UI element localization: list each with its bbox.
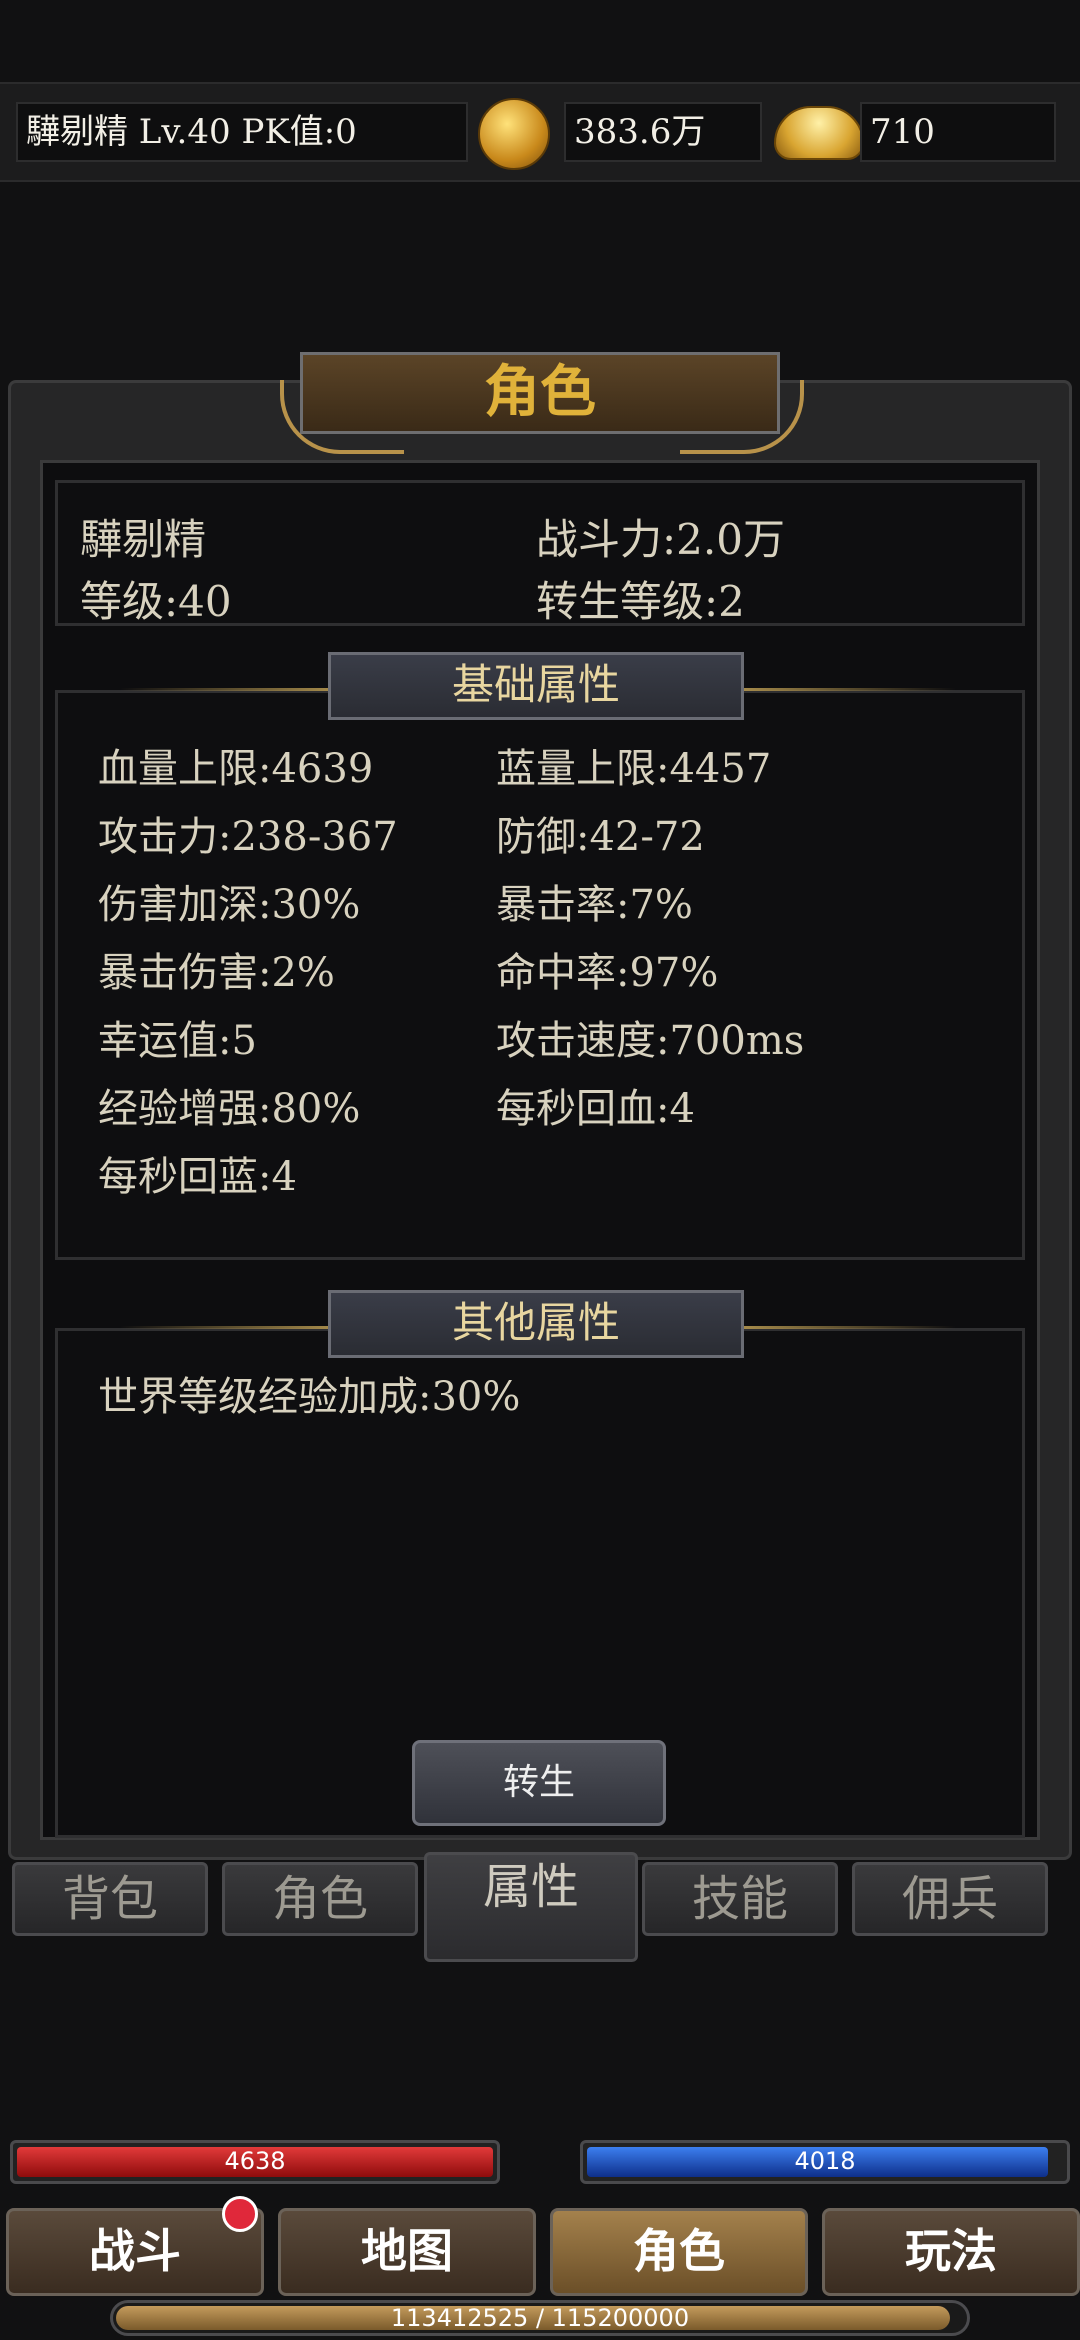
player-info: 驊剔精 Lv.40 PK值:0: [16, 102, 468, 162]
attr-damage-deepen: 伤害加深:30%: [98, 882, 361, 928]
other-attributes-header: 其他属性: [328, 1290, 744, 1358]
nav-map[interactable]: 地图: [278, 2208, 536, 2296]
character-level: 等级:40: [80, 577, 232, 626]
gold-amount: 383.6万: [564, 102, 762, 162]
attr-crit-damage: 暴击伤害:2%: [98, 950, 335, 996]
character-name: 驊剔精: [80, 515, 207, 564]
mp-bar: 4018: [580, 2140, 1070, 2184]
divider-line: [120, 688, 332, 691]
basic-attributes-header: 基础属性: [328, 652, 744, 720]
rebirth-button[interactable]: 转生: [412, 1740, 666, 1826]
ingot-amount: 710: [860, 102, 1056, 162]
divider-line: [744, 688, 956, 691]
attr-hp-regen: 每秒回血:4: [496, 1086, 695, 1132]
notification-badge: [222, 2196, 258, 2232]
attr-mp-regen: 每秒回蓝:4: [98, 1154, 297, 1200]
top-status-bar: 驊剔精 Lv.40 PK值:0 383.6万 710: [0, 82, 1080, 182]
rebirth-level: 转生等级:2: [536, 577, 745, 626]
nav-gameplay[interactable]: 玩法: [822, 2208, 1080, 2296]
attr-attack: 攻击力:238-367: [98, 814, 398, 860]
attr-max-mp: 蓝量上限:4457: [496, 746, 772, 792]
combat-power: 战斗力:2.0万: [536, 515, 785, 564]
attr-crit-rate: 暴击率:7%: [496, 882, 693, 928]
mp-value: 4018: [794, 2147, 856, 2175]
subtab-attributes[interactable]: 属性: [424, 1852, 638, 1962]
attr-world-level-exp: 世界等级经验加成:30%: [98, 1374, 521, 1420]
subtab-mercenary[interactable]: 佣兵: [852, 1862, 1048, 1936]
nav-battle-label: 战斗: [89, 2224, 181, 2278]
attr-hit-rate: 命中率:97%: [496, 950, 719, 996]
gold-coin-icon: [478, 98, 550, 170]
attr-max-hp: 血量上限:4639: [98, 746, 374, 792]
hp-bar: 4638: [10, 2140, 500, 2184]
nav-character[interactable]: 角色: [550, 2208, 808, 2296]
nav-character-label: 角色: [633, 2224, 725, 2278]
nav-gameplay-label: 玩法: [905, 2224, 997, 2278]
gold-ingot-icon: [774, 106, 864, 160]
nav-map-label: 地图: [361, 2224, 453, 2278]
exp-bar: 113412525 / 115200000: [110, 2300, 970, 2336]
subtab-bag[interactable]: 背包: [12, 1862, 208, 1936]
attr-luck: 幸运值:5: [98, 1018, 257, 1064]
subtab-character[interactable]: 角色: [222, 1862, 418, 1936]
hp-value: 4638: [224, 2147, 286, 2175]
subtab-skills[interactable]: 技能: [642, 1862, 838, 1936]
divider-line: [744, 1326, 956, 1329]
attr-attack-speed: 攻击速度:700ms: [496, 1018, 805, 1064]
divider-line: [120, 1326, 332, 1329]
exp-value: 113412525 / 115200000: [390, 2304, 690, 2332]
attr-exp-boost: 经验增强:80%: [98, 1086, 361, 1132]
attr-defense: 防御:42-72: [496, 814, 705, 860]
